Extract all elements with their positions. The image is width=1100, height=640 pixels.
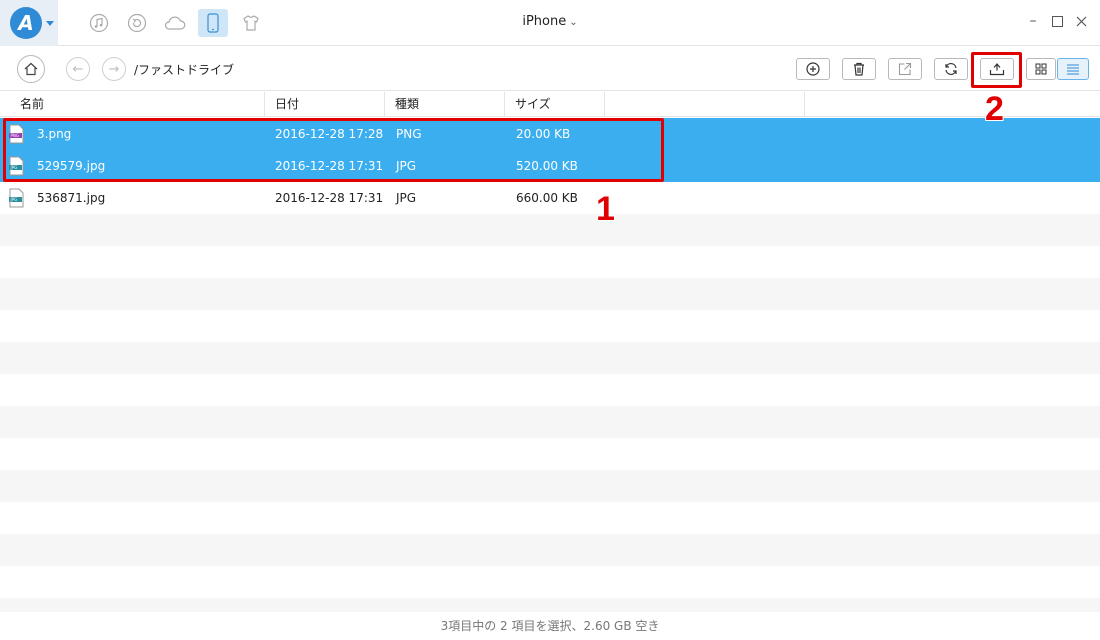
empty-row	[0, 406, 1100, 438]
empty-row	[0, 374, 1100, 406]
download-highlight-box	[971, 52, 1022, 88]
export-icon	[898, 62, 912, 76]
grid-view-button[interactable]	[1026, 58, 1056, 80]
list-view-button[interactable]	[1057, 58, 1089, 80]
empty-row	[0, 470, 1100, 502]
delete-button[interactable]	[842, 58, 876, 80]
callout-number-1: 1	[596, 190, 615, 228]
status-bar: 3項目中の 2 項目を選択、2.60 GB 空き	[0, 612, 1100, 640]
callout-number-2: 2	[985, 90, 1004, 128]
file-list: PNG 3.png 2016-12-28 17:28 PNG 20.00 KB …	[0, 118, 1100, 612]
empty-row	[0, 598, 1100, 612]
arrow-left-icon: ←	[72, 61, 84, 77]
current-path: /ファストドライブ	[134, 63, 235, 77]
refresh-icon	[945, 63, 957, 75]
empty-row	[0, 502, 1100, 534]
device-selector[interactable]: iPhone ⌄	[0, 14, 1100, 29]
empty-row	[0, 310, 1100, 342]
home-icon	[24, 62, 38, 76]
trash-icon	[854, 62, 864, 76]
grid-icon	[1035, 63, 1047, 75]
file-size: 660.00 KB	[516, 191, 578, 205]
svg-text:JPG: JPG	[10, 197, 18, 202]
column-header-blank	[605, 92, 805, 117]
close-icon[interactable]	[1074, 14, 1088, 28]
empty-row	[0, 534, 1100, 566]
maximize-icon[interactable]	[1050, 14, 1064, 28]
refresh-button[interactable]	[934, 58, 968, 80]
forward-button[interactable]: →	[102, 57, 126, 81]
file-name: 536871.jpg	[37, 191, 106, 205]
add-button[interactable]	[796, 58, 830, 80]
back-button[interactable]: ←	[66, 57, 90, 81]
home-button[interactable]	[17, 55, 45, 83]
column-header-date[interactable]: 日付	[265, 92, 385, 117]
arrow-right-icon: →	[108, 61, 120, 77]
empty-row	[0, 342, 1100, 374]
empty-row	[0, 246, 1100, 278]
plus-circle-icon	[806, 62, 820, 76]
file-date: 2016-12-28 17:31	[275, 191, 384, 205]
minimize-icon[interactable]: –	[1026, 13, 1040, 29]
toolbar: ← → /ファストドライブ	[0, 47, 1100, 91]
table-header: 名前 日付 種類 サイズ	[0, 92, 1100, 117]
list-icon	[1067, 64, 1079, 75]
table-row[interactable]: JPG 536871.jpg 2016-12-28 17:31 JPG 660.…	[0, 182, 1100, 214]
column-header-type[interactable]: 種類	[385, 92, 505, 117]
title-bar: A iPhone ⌄ –	[0, 0, 1100, 46]
file-type: JPG	[396, 191, 417, 205]
jpg-file-icon: JPG	[9, 188, 24, 208]
export-button[interactable]	[888, 58, 922, 80]
empty-row	[0, 214, 1100, 246]
device-name: iPhone	[522, 14, 567, 29]
empty-row	[0, 438, 1100, 470]
empty-row	[0, 278, 1100, 310]
column-header-name[interactable]: 名前	[0, 92, 265, 117]
selection-highlight-box	[3, 118, 664, 182]
empty-row	[0, 566, 1100, 598]
column-header-size[interactable]: サイズ	[505, 92, 605, 117]
chevron-down-icon: ⌄	[569, 17, 578, 28]
